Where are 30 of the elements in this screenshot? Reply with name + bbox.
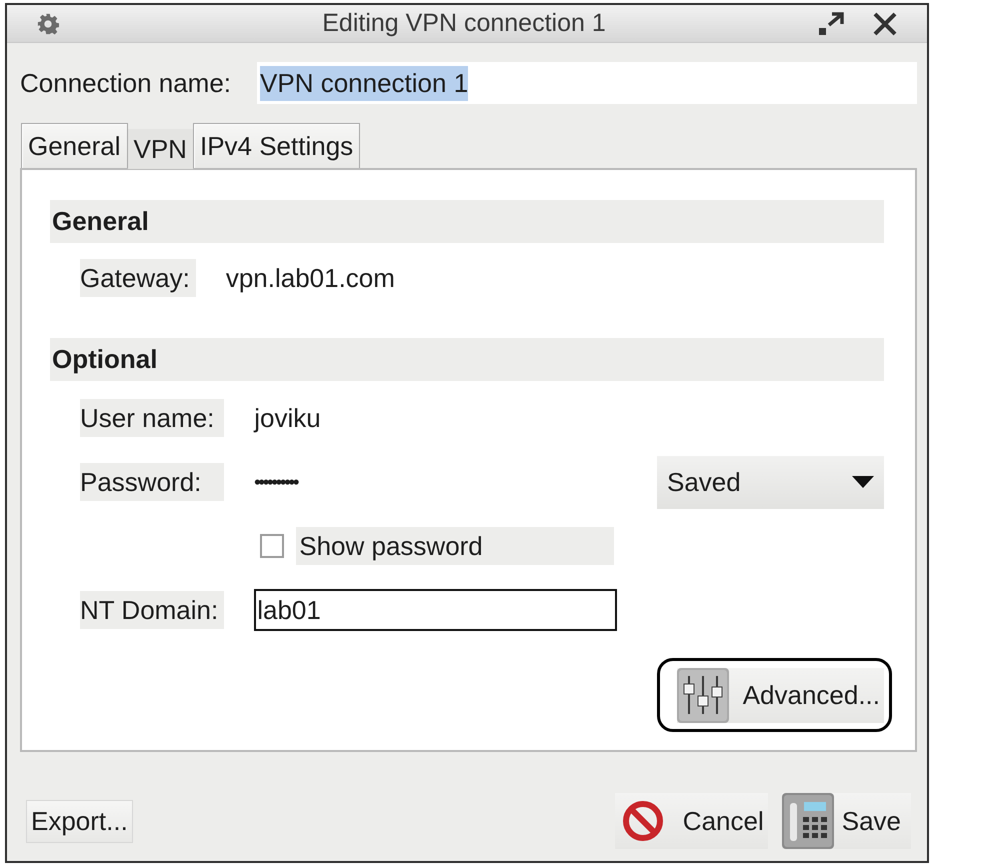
settings-icon[interactable] (37, 12, 59, 34)
tab[interactable]: IPv4 Settings (192, 123, 360, 168)
cancel-button[interactable]: Cancel (614, 793, 768, 849)
password-value: •••••••••• (254, 472, 298, 492)
field-value: joviku (254, 402, 321, 434)
caret-icon (852, 476, 874, 488)
checkbox[interactable] (260, 534, 284, 558)
section-header: General (50, 200, 884, 243)
maximize-icon[interactable] (819, 12, 845, 36)
advanced-button[interactable]: Advanced... (676, 668, 884, 723)
tab[interactable]: General (21, 123, 128, 168)
field-label: User name: (80, 399, 224, 437)
sliders-icon (676, 668, 729, 723)
section-header: Optional (50, 338, 884, 381)
connection-name-label: Connection name: (20, 68, 232, 98)
no-entry-icon (622, 801, 663, 841)
field-label: Gateway: (80, 259, 196, 297)
checkbox-label[interactable]: Show password (296, 527, 614, 565)
close-icon[interactable] (873, 12, 897, 36)
export-button[interactable]: Export... (26, 800, 133, 842)
save-button[interactable]: Save (782, 793, 911, 849)
field-label: NT Domain: (80, 591, 224, 629)
field-value: vpn.lab01.com (226, 262, 395, 294)
tab[interactable]: VPN (128, 129, 193, 169)
connection-name-field[interactable]: VPN connection 1 (257, 62, 917, 104)
input-field[interactable]: lab01 (254, 589, 618, 631)
password-storage-dropdown[interactable]: Saved (657, 456, 884, 508)
field-label: Password: (80, 463, 224, 501)
window-title: Editing VPN connection 1 (321, 9, 607, 38)
phone-icon (782, 793, 834, 849)
